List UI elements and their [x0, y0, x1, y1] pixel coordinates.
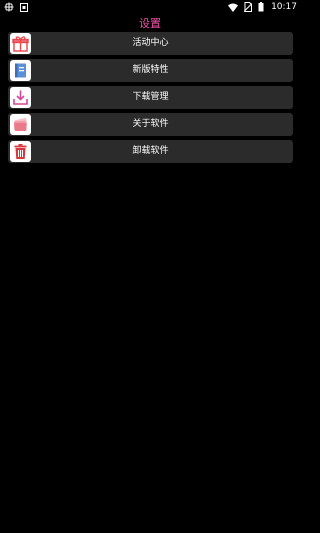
status-bar-right: 10:17 [228, 0, 297, 14]
page-title: 设置 [139, 17, 161, 30]
status-bar-time: 10:17 [271, 2, 297, 12]
wifi-icon [228, 0, 239, 14]
menu-item-label: 活动中心 [132, 38, 169, 48]
menu-item-about-software[interactable]: 关于软件 [8, 113, 293, 136]
battery-icon [258, 0, 264, 14]
no-sim-icon [244, 0, 253, 14]
status-bar: 10:17 [0, 0, 300, 14]
menu-item-download-manager[interactable]: 下载管理 [8, 86, 293, 109]
cards-icon [10, 114, 31, 135]
bug-notification-icon [4, 0, 14, 14]
android-download-icon [20, 0, 28, 14]
menu-item-label: 关于软件 [132, 119, 169, 129]
settings-menu: 活动中心 新版特性 下载管理 关于软件 卸载软件 [8, 32, 293, 167]
gift-icon [10, 33, 31, 54]
menu-item-activity-center[interactable]: 活动中心 [8, 32, 293, 55]
book-icon [10, 60, 31, 81]
menu-item-label: 下载管理 [132, 92, 169, 102]
menu-item-label: 新版特性 [132, 65, 169, 75]
menu-item-label: 卸载软件 [132, 146, 169, 156]
status-bar-left [4, 0, 28, 14]
menu-item-uninstall-software[interactable]: 卸载软件 [8, 140, 293, 163]
download-icon [10, 87, 31, 108]
trash-icon [10, 141, 31, 162]
menu-item-new-features[interactable]: 新版特性 [8, 59, 293, 82]
